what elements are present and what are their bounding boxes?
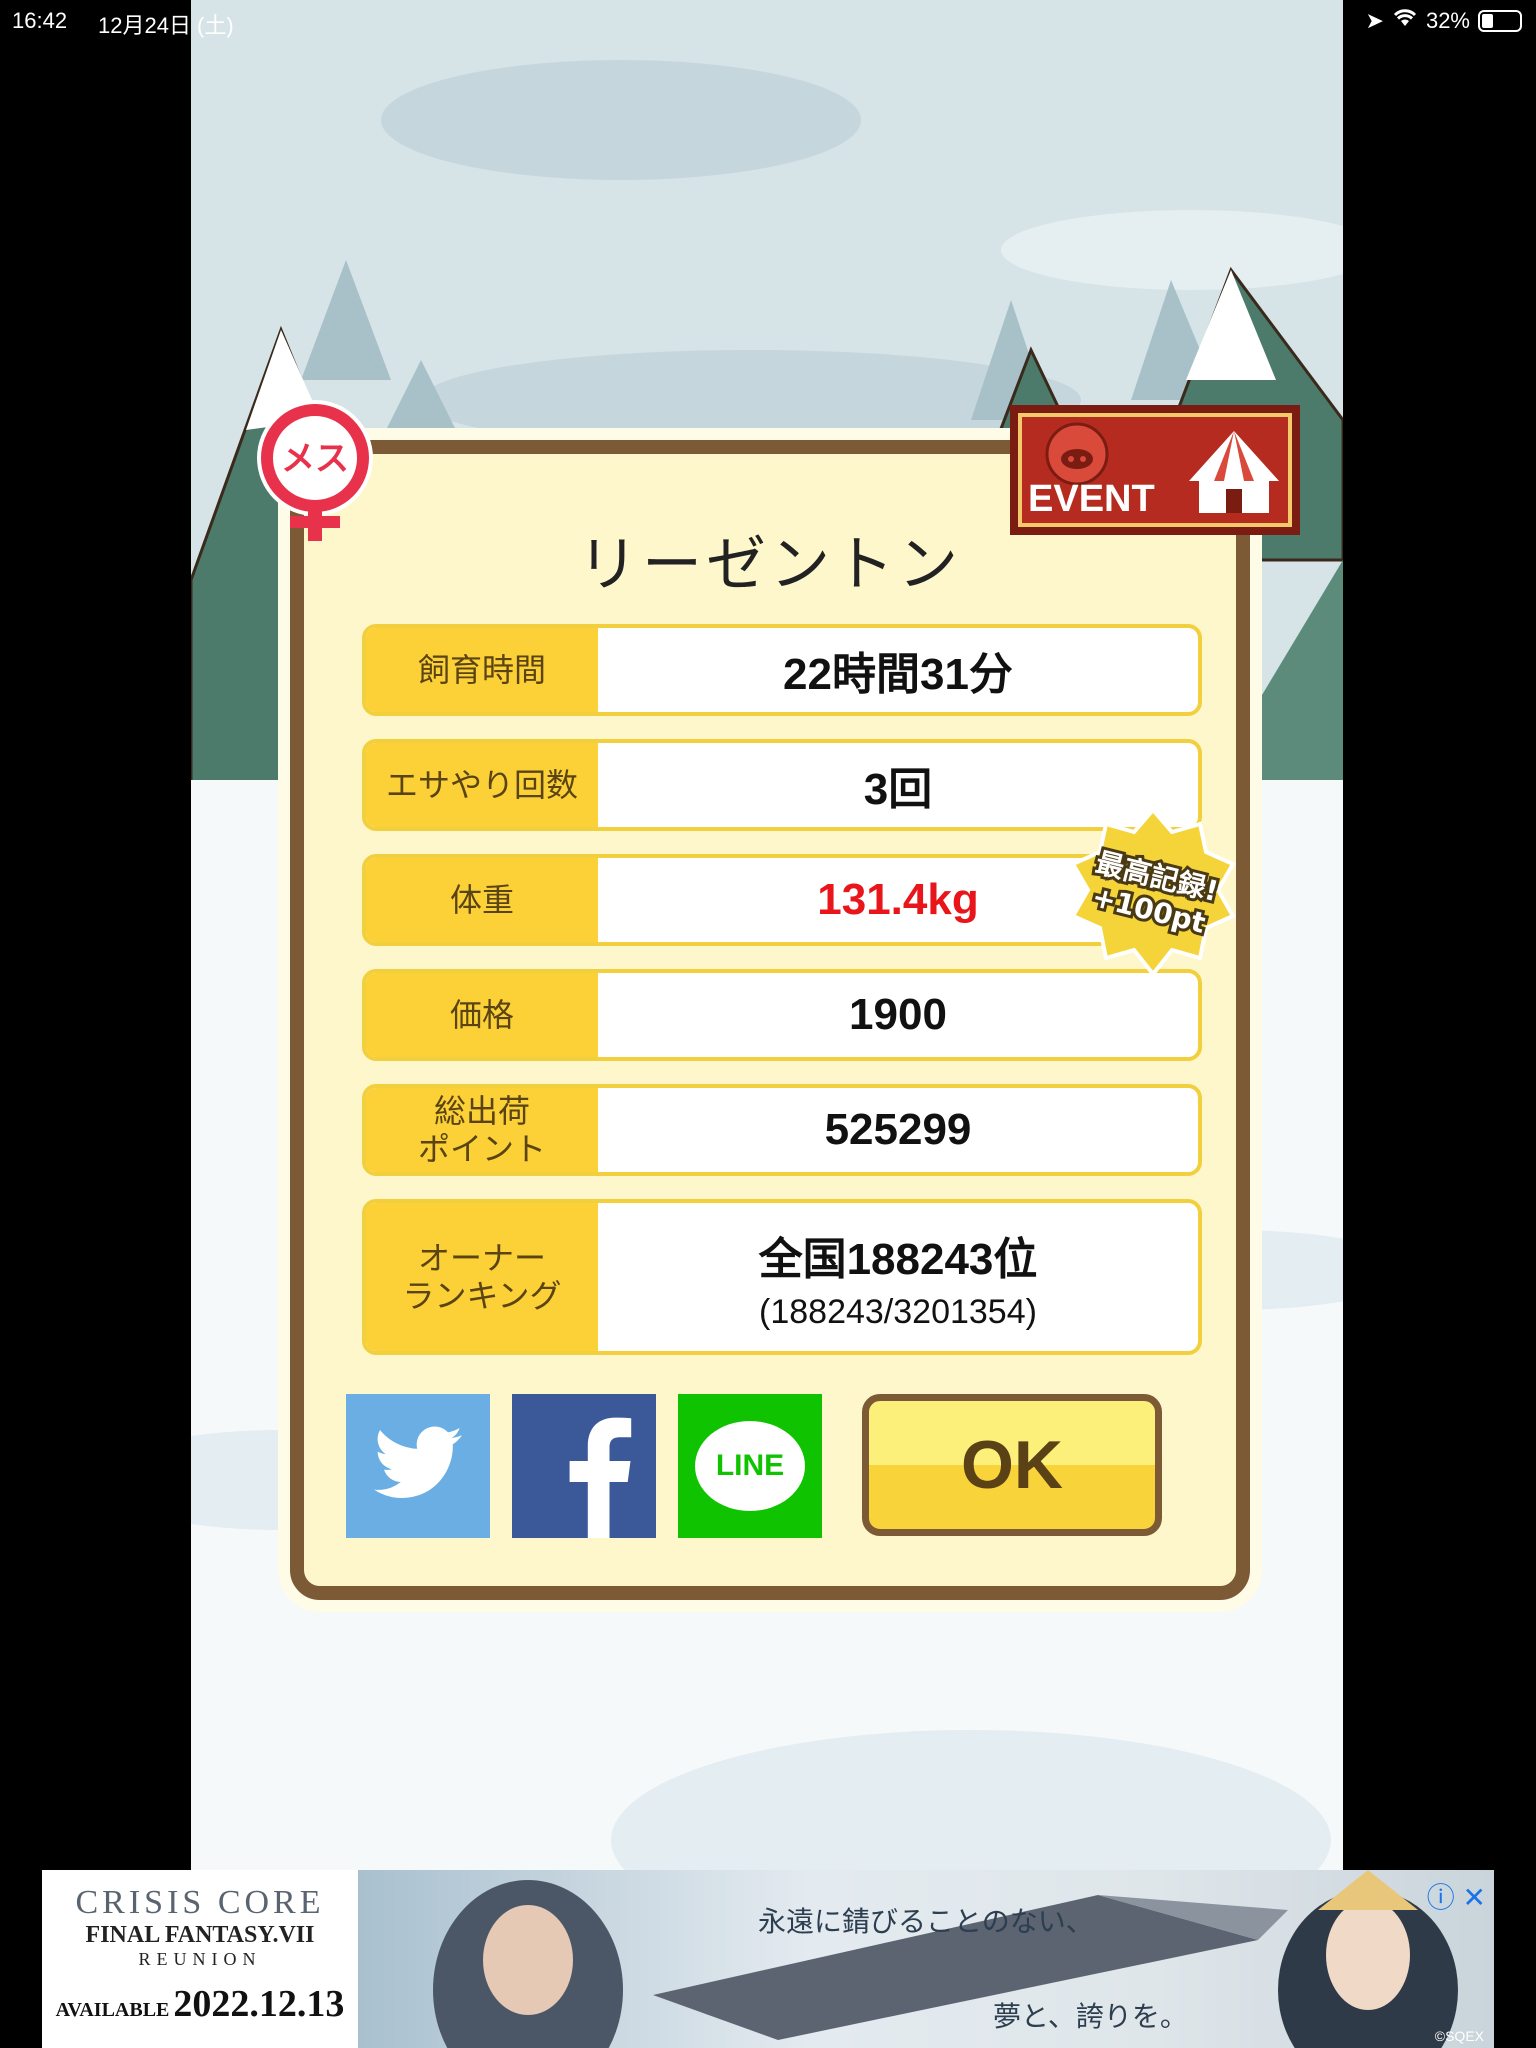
ad-logo-line3: REUNION <box>138 1949 262 1969</box>
stat-label: 価格 <box>366 973 598 1057</box>
ad-close-icon[interactable]: ✕ <box>1463 1882 1486 1913</box>
twitter-share-button[interactable] <box>346 1394 490 1538</box>
twitter-icon <box>374 1426 462 1498</box>
ad-tagline-1: 永遠に錆びることのない、 <box>758 1905 1094 1938</box>
result-card: リーゼントン 飼育時間 22時間31分 エサやり回数 3回 体重 131.4kg… <box>290 440 1250 1600</box>
status-bar: 16:42 12月24日 (土) ➤ 32% <box>0 0 1536 40</box>
stat-row-total-points: 総出荷 ポイント 525299 <box>362 1084 1202 1176</box>
battery-icon <box>1478 10 1522 32</box>
ad-logo-line1: CRISIS CORE <box>75 1884 325 1921</box>
screen: 16:42 12月24日 (土) ➤ 32% リーゼントン 飼育時間 22時間3… <box>0 0 1536 2048</box>
event-label: EVENT <box>1028 478 1155 520</box>
advertisement-banner[interactable]: CRISIS CORE FINAL FANTASY.VII REUNION AV… <box>42 1870 1494 2048</box>
stat-label: 体重 <box>366 858 598 942</box>
ad-info-icon[interactable]: ⓘ <box>1427 1882 1455 1913</box>
event-badge: EVENT <box>1010 405 1300 535</box>
female-badge-label: メス <box>281 439 349 479</box>
stat-value: 1900 <box>849 990 947 1039</box>
ok-button[interactable]: OK <box>862 1394 1162 1536</box>
stat-value: 22時間31分 <box>783 650 1013 699</box>
ad-info-close-controls[interactable]: ⓘ ✕ <box>1427 1876 1486 1916</box>
record-badge: 最高記録! +100pt <box>1068 806 1238 978</box>
ad-banner-image: 永遠に錆びることのない、 夢と、誇りを。 ©SQEX <box>358 1870 1494 2048</box>
ad-logo: CRISIS CORE FINAL FANTASY.VII REUNION AV… <box>42 1870 358 2048</box>
circus-tent-icon <box>1189 431 1279 513</box>
line-share-button[interactable]: LINE <box>678 1394 822 1538</box>
stat-row-breeding-time: 飼育時間 22時間31分 <box>362 624 1202 716</box>
location-icon: ➤ <box>1365 8 1384 33</box>
stat-label: エサやり回数 <box>366 743 598 827</box>
ad-logo-line2: FINAL FANTASY.VII <box>85 1922 315 1948</box>
stat-label: 総出荷 ポイント <box>366 1088 598 1172</box>
ad-tagline-2: 夢と、誇りを。 <box>993 2000 1188 2033</box>
status-right: ➤ 32% <box>1366 8 1522 34</box>
battery-percent: 32% <box>1425 8 1470 33</box>
status-time: 16:42 <box>12 8 68 33</box>
stat-row-owner-ranking: オーナー ランキング 全国188243位 (188243/3201354) <box>362 1199 1202 1355</box>
stat-value: 525299 <box>824 1105 972 1154</box>
wifi-icon <box>1392 8 1418 34</box>
stat-label: 飼育時間 <box>366 628 598 712</box>
female-badge: メス <box>248 398 382 548</box>
ranking-detail: (188243/3201354) <box>759 1292 1037 1331</box>
stat-row-price: 価格 1900 <box>362 969 1202 1061</box>
ad-availability: AVAILABLE 2022.12.13 <box>42 1982 358 2026</box>
ad-copyright: ©SQEX <box>1434 2028 1484 2044</box>
line-icon: LINE <box>695 1421 805 1511</box>
stat-label: オーナー ランキング <box>366 1203 598 1351</box>
status-date: 12月24日 (土) <box>98 13 234 38</box>
ranking-value: 全国188243位 <box>758 1234 1038 1284</box>
stat-value-ranking: 全国188243位 (188243/3201354) <box>598 1203 1198 1351</box>
ad-artwork <box>433 1870 1458 2048</box>
facebook-icon <box>569 1417 632 1538</box>
ad-available-date: 2022.12.13 <box>173 1983 345 2025</box>
ad-available-label: AVAILABLE <box>55 1999 170 2021</box>
facebook-share-button[interactable] <box>512 1394 656 1538</box>
